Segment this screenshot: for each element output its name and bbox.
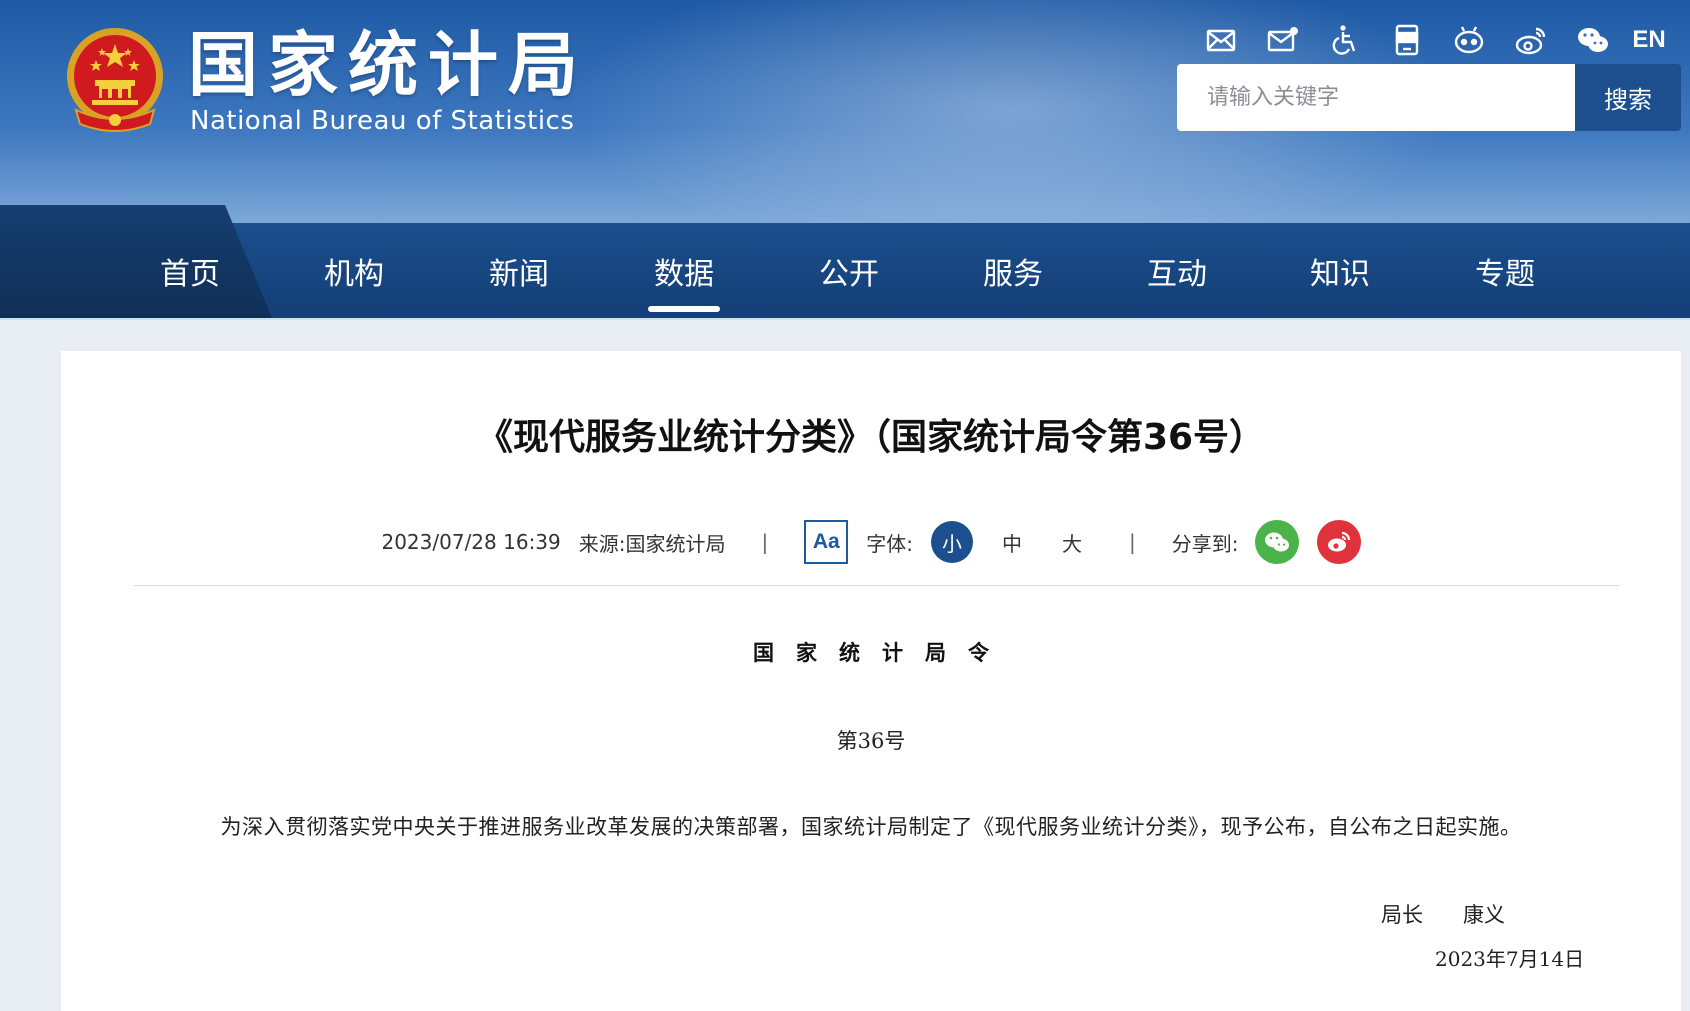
source-value: 国家统计局 bbox=[625, 531, 726, 556]
share-wechat-icon[interactable] bbox=[1254, 520, 1299, 564]
mail-subscribe-icon[interactable] bbox=[1252, 20, 1314, 60]
nav-item-label: 新闻 bbox=[489, 256, 549, 292]
font-size-label: 字体: bbox=[866, 531, 914, 556]
publish-datetime: 2023/07/28 16:39 bbox=[381, 530, 561, 554]
signatory-name: 康义 bbox=[1463, 903, 1505, 927]
nav-item-data[interactable]: 数据 bbox=[614, 223, 754, 318]
meta-separator: | bbox=[761, 530, 769, 554]
meta-divider bbox=[134, 585, 1619, 586]
app-icon[interactable] bbox=[1376, 20, 1438, 60]
robot-icon[interactable] bbox=[1438, 20, 1500, 60]
article-title: 《现代服务业统计分类》（国家统计局令第36号） bbox=[476, 417, 1266, 458]
article-body-paragraph: 为深入贯彻落实党中央关于推进服务业改革发展的决策部署，国家统计局制定了《现代服务… bbox=[220, 815, 1522, 839]
nav-item-knowledge[interactable]: 知识 bbox=[1270, 223, 1410, 318]
accessibility-icon[interactable] bbox=[1314, 20, 1376, 60]
nav-item-home[interactable]: 首页 bbox=[120, 223, 260, 318]
signature-date: 2023年7月14日 bbox=[1435, 947, 1585, 971]
nav-item-organization[interactable]: 机构 bbox=[284, 223, 424, 318]
site-subtitle: National Bureau of Statistics bbox=[190, 106, 575, 136]
weibo-icon[interactable] bbox=[1500, 20, 1562, 60]
nav-item-label: 机构 bbox=[324, 256, 384, 292]
nav-item-label: 专题 bbox=[1475, 256, 1535, 292]
national-emblem-logo[interactable] bbox=[62, 24, 168, 136]
order-number: 第36号 bbox=[836, 729, 906, 753]
nav-item-topics[interactable]: 专题 bbox=[1435, 223, 1575, 318]
share-label: 分享到: bbox=[1171, 531, 1239, 556]
mail-icon[interactable] bbox=[1190, 20, 1252, 60]
nav-item-news[interactable]: 新闻 bbox=[449, 223, 589, 318]
nav-item-label: 数据 bbox=[654, 256, 714, 292]
search-input[interactable] bbox=[1177, 64, 1575, 131]
article-meta-bar: 2023/07/28 16:39 来源: 国家统计局 | Aa 字体: 小 中 … bbox=[61, 519, 1681, 565]
nav-item-services[interactable]: 服务 bbox=[943, 223, 1083, 318]
signatory-title: 局长 bbox=[1381, 903, 1423, 927]
site-title[interactable]: 国家统计局 bbox=[188, 22, 588, 108]
font-size-small-button[interactable]: 小 bbox=[931, 521, 974, 563]
font-toggle-button[interactable]: Aa bbox=[804, 520, 849, 564]
search-button[interactable]: 搜索 bbox=[1575, 64, 1681, 131]
main-nav: 首页 机构 新闻 数据 公开 服务 互动 知识 专题 bbox=[0, 205, 1690, 318]
nav-item-label: 公开 bbox=[819, 256, 879, 292]
font-size-large-button[interactable]: 大 bbox=[1051, 521, 1093, 563]
font-size-medium-button[interactable]: 中 bbox=[991, 521, 1033, 563]
share-weibo-icon[interactable] bbox=[1316, 520, 1361, 564]
wechat-icon[interactable] bbox=[1562, 20, 1624, 60]
nav-item-label: 互动 bbox=[1147, 256, 1207, 292]
nav-item-label: 知识 bbox=[1310, 256, 1370, 292]
top-utility-icons: EN bbox=[1190, 20, 1674, 60]
signature-line: 局长 康义 bbox=[1381, 899, 1505, 929]
source-label: 来源: bbox=[578, 531, 626, 556]
nav-item-label: 服务 bbox=[983, 256, 1043, 292]
nav-item-interaction[interactable]: 互动 bbox=[1107, 223, 1247, 318]
article-card: 《现代服务业统计分类》（国家统计局令第36号） 2023/07/28 16:39… bbox=[61, 351, 1681, 1011]
language-switch-en[interactable]: EN bbox=[1624, 26, 1674, 54]
meta-separator: | bbox=[1129, 530, 1136, 554]
nav-item-disclosure[interactable]: 公开 bbox=[779, 223, 919, 318]
order-heading: 国家统计局令 bbox=[753, 640, 1011, 665]
nav-item-label: 首页 bbox=[160, 256, 220, 292]
nav-active-indicator bbox=[648, 306, 720, 312]
